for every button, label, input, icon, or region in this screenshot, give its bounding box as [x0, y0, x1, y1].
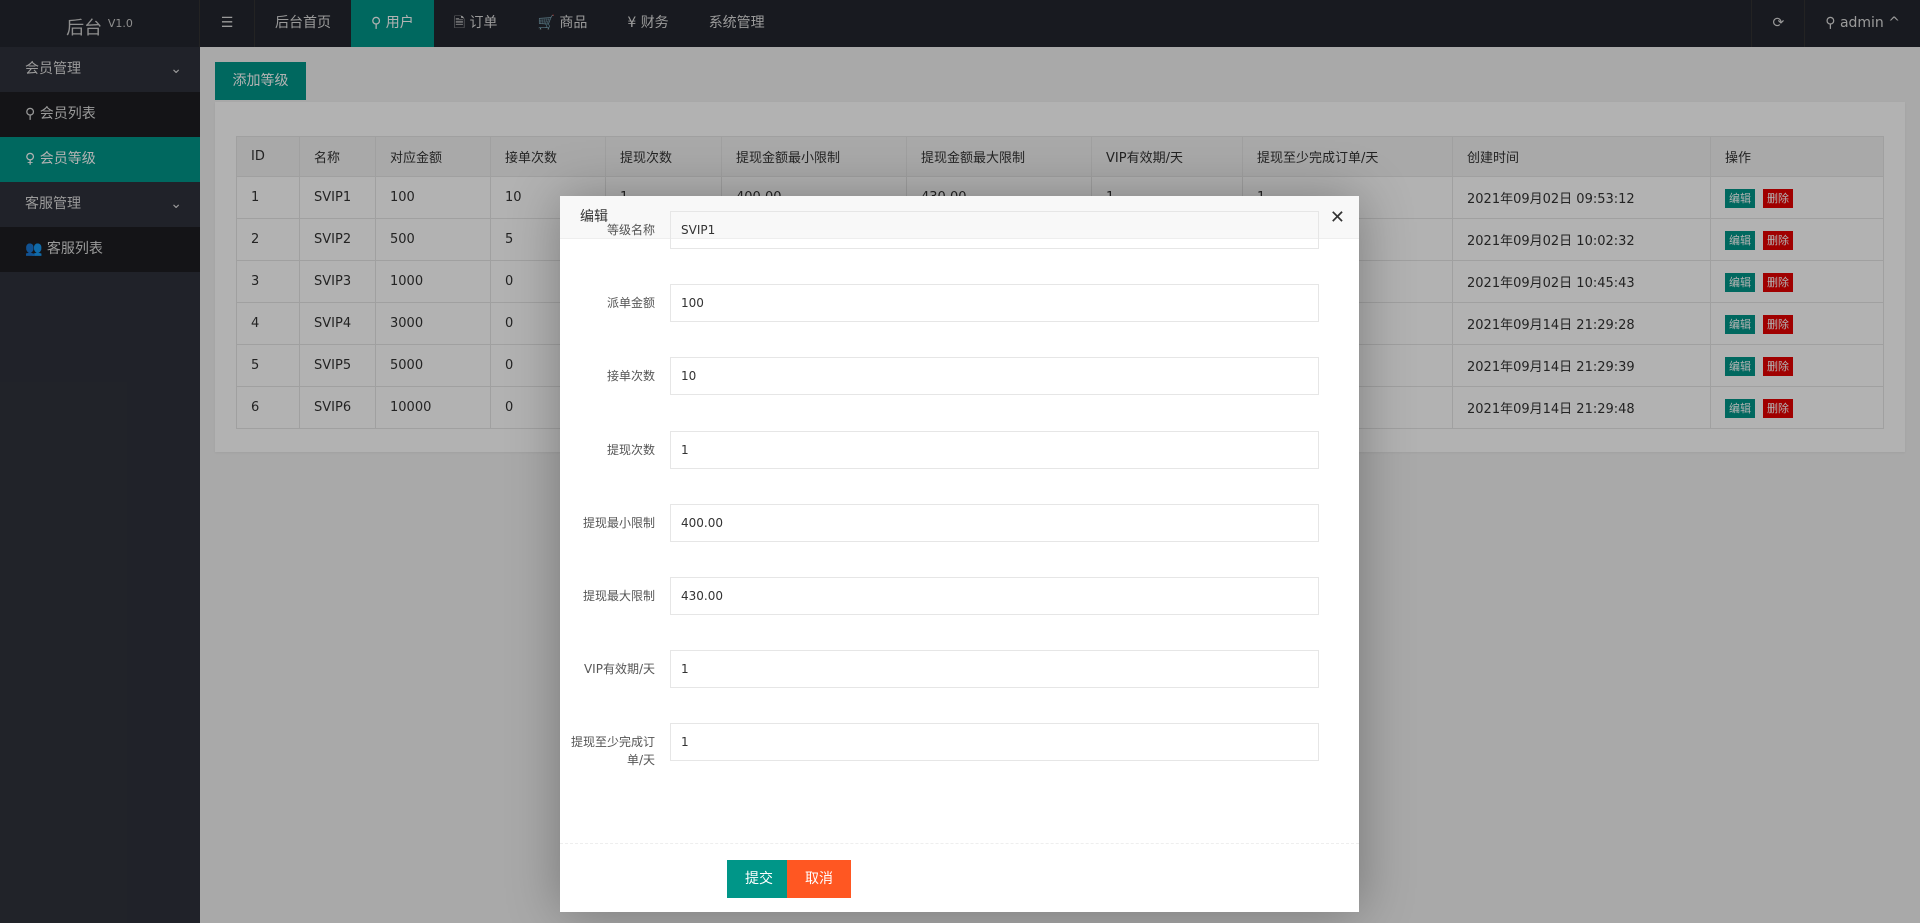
cancel-button[interactable]: 取消 — [787, 860, 851, 898]
form-row: VIP有效期/天 1 — [560, 650, 1359, 689]
field-input[interactable]: 400.00 — [670, 503, 1319, 542]
submit-button[interactable]: 提交 — [727, 860, 791, 898]
field-label: VIP有效期/天 — [583, 662, 655, 677]
field-input[interactable]: 100 — [670, 284, 1319, 323]
form-row: 接单次数 10 — [560, 357, 1359, 396]
form-row: 提现最小限制 400.00 — [560, 503, 1359, 542]
field-label: 接单次数 — [606, 369, 655, 384]
form-row: 提现最大限制 430.00 — [560, 577, 1359, 615]
field-input[interactable]: 1 — [670, 723, 1319, 762]
field-label: 提现次数 — [606, 442, 655, 457]
field-input[interactable]: 1 — [670, 650, 1319, 689]
form-row: 提现次数 1 — [560, 430, 1359, 469]
field-input[interactable]: SVIP1 — [670, 211, 1319, 249]
field-label: 提现最小限制 — [582, 515, 655, 530]
field-label: 等级名称 — [606, 223, 655, 237]
field-label: 提现至少完成订单/天 — [570, 735, 655, 768]
field-label: 派单金额 — [606, 296, 655, 311]
field-input[interactable]: 10 — [670, 357, 1319, 396]
form-row: 提现至少完成订单/天 1 — [560, 723, 1359, 767]
edit-modal: 编辑 ✕ 等级名称 SVIP1 派单金额 100 接单次数 10 提现次数 1 提现最小限制 400… — [560, 196, 1359, 912]
field-label: 提现最大限制 — [582, 589, 655, 603]
form-row: 等级名称 SVIP1 — [560, 211, 1359, 249]
field-input[interactable]: 430.00 — [670, 577, 1319, 615]
field-input[interactable]: 1 — [670, 430, 1319, 469]
form-row: 派单金额 100 — [560, 284, 1359, 323]
modal-divider — [560, 843, 1359, 844]
